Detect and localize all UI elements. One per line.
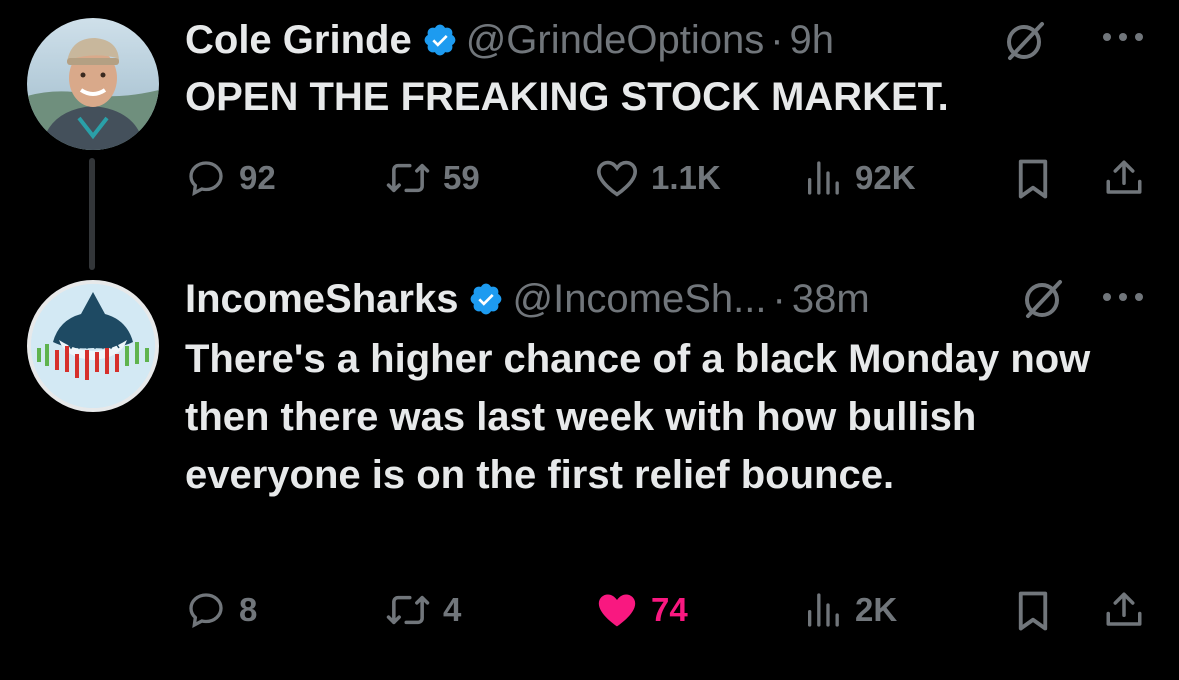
author-handle[interactable]: @GrindeOptions <box>466 18 765 63</box>
repost-button[interactable]: 59 <box>385 158 480 198</box>
more-icon[interactable] <box>1100 30 1146 44</box>
tweet-time[interactable]: 38m <box>792 277 870 322</box>
tweet-text: There's a higher chance of a black Monda… <box>185 337 1091 497</box>
share-icon <box>1106 160 1142 194</box>
author-name[interactable]: Cole Grinde <box>185 18 412 63</box>
tweet-actions: 92 59 1.1K 92K <box>185 148 1145 208</box>
author-name[interactable]: IncomeSharks <box>185 277 458 322</box>
like-icon <box>598 594 636 627</box>
author-handle[interactable]: @IncomeSh... <box>512 277 766 322</box>
like-button[interactable]: 1.1K <box>595 158 721 198</box>
like-count: 1.1K <box>651 159 721 196</box>
tweet-header: IncomeSharks @IncomeSh... · 38m <box>185 272 870 326</box>
verified-badge-icon[interactable] <box>422 22 458 58</box>
bookmark-button[interactable] <box>1015 590 1051 632</box>
tweet-header: Cole Grinde @GrindeOptions · 9h <box>185 14 834 66</box>
avatar-incomesharks[interactable] <box>27 280 159 412</box>
reply-icon <box>189 593 223 628</box>
views-button[interactable]: 2K <box>803 590 897 630</box>
bookmark-button[interactable] <box>1015 158 1051 200</box>
views-count: 2K <box>855 591 898 628</box>
repost-icon <box>386 595 430 625</box>
share-button[interactable] <box>1103 156 1145 200</box>
more-icon[interactable] <box>1100 290 1146 304</box>
views-count: 92K <box>855 159 916 196</box>
views-icon <box>808 593 839 627</box>
tweet-actions: 8 4 74 2K <box>185 580 1145 640</box>
views-button[interactable]: 92K <box>803 158 916 198</box>
repost-count: 4 <box>443 591 462 628</box>
grok-icon[interactable] <box>1002 18 1048 64</box>
reply-button[interactable]: 92 <box>185 158 276 198</box>
like-icon <box>596 160 638 197</box>
tweet-time[interactable]: 9h <box>790 18 835 63</box>
like-button[interactable]: 74 <box>595 590 688 630</box>
like-count: 74 <box>651 591 688 628</box>
bookmark-icon <box>1018 159 1048 199</box>
reply-button[interactable]: 8 <box>185 590 257 630</box>
tweet-1[interactable]: Cole Grinde @GrindeOptions · 9h OPEN THE… <box>0 0 1179 270</box>
views-icon <box>808 161 839 195</box>
avatar-cole-grinde[interactable] <box>27 18 159 150</box>
tweet-text: OPEN THE FREAKING STOCK MARKET. <box>185 75 949 119</box>
separator-dot: · <box>772 276 786 321</box>
reply-icon <box>189 161 223 196</box>
share-button[interactable] <box>1103 588 1145 632</box>
reply-count: 8 <box>239 591 258 628</box>
reply-count: 92 <box>239 159 276 196</box>
grok-icon[interactable] <box>1020 276 1066 322</box>
verified-badge-icon[interactable] <box>468 281 504 317</box>
separator-dot: · <box>770 17 784 62</box>
repost-count: 59 <box>443 159 480 196</box>
tweet-2[interactable]: IncomeSharks @IncomeSh... · 38m There's … <box>0 270 1179 680</box>
bookmark-icon <box>1018 591 1048 631</box>
thread-connector-line <box>89 158 95 270</box>
repost-icon <box>386 163 430 193</box>
repost-button[interactable]: 4 <box>385 590 461 630</box>
share-icon <box>1106 592 1142 626</box>
